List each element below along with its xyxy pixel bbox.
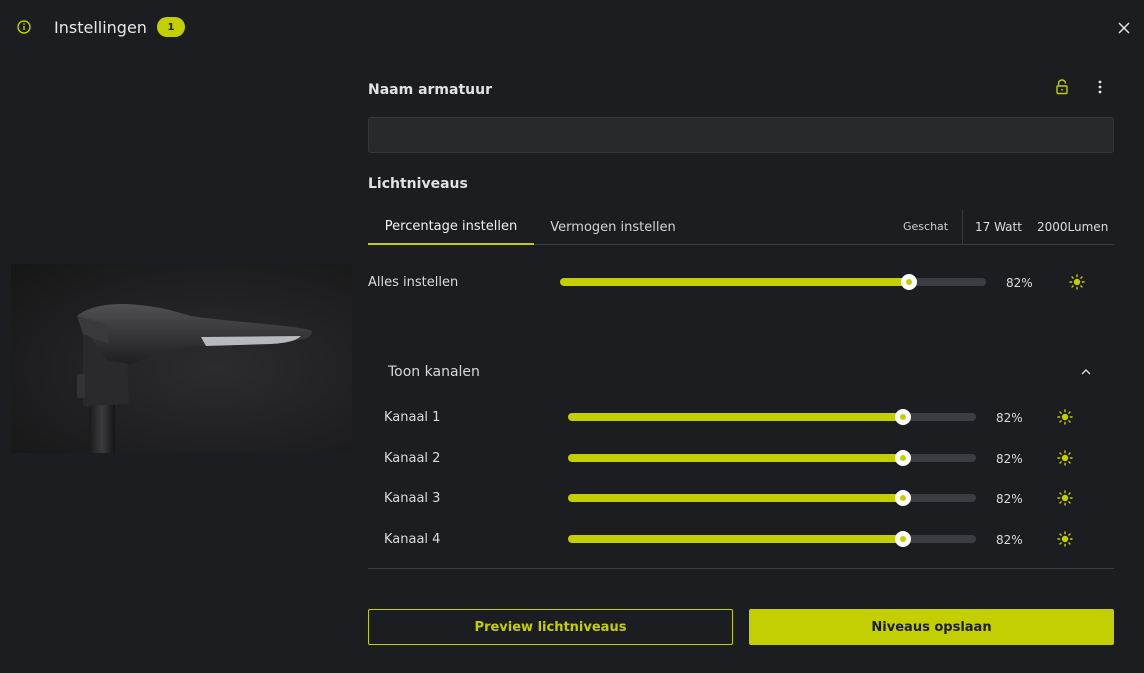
channel-slider-thumb[interactable] — [894, 450, 911, 466]
channel-label: Kanaal 4 — [384, 532, 441, 547]
sun-icon[interactable] — [1069, 274, 1085, 290]
channel-4-slider[interactable] — [568, 531, 976, 547]
lock-open-icon[interactable] — [1055, 79, 1069, 95]
all-slider-fill — [560, 278, 910, 286]
channel-2-slider[interactable] — [568, 450, 976, 466]
section-divider — [368, 568, 1114, 569]
sun-icon[interactable] — [1057, 409, 1073, 425]
channel-label: Kanaal 3 — [384, 491, 441, 506]
channel-slider-fill — [568, 535, 903, 543]
estimate-label: Geschat — [903, 220, 949, 233]
chevron-up-icon[interactable] — [1079, 364, 1093, 378]
more-vertical-icon[interactable] — [1092, 79, 1108, 95]
sun-icon[interactable] — [1057, 450, 1073, 466]
all-slider-thumb[interactable] — [901, 274, 918, 290]
show-channels-label[interactable]: Toon kanalen — [388, 364, 480, 380]
light-levels-heading: Lichtniveaus — [368, 176, 468, 192]
fixture-name-input[interactable] — [368, 117, 1114, 153]
channel-value: 82% — [996, 452, 1023, 466]
sun-icon[interactable] — [1057, 531, 1073, 547]
channel-label: Kanaal 1 — [384, 410, 441, 425]
sun-icon[interactable] — [1057, 490, 1073, 506]
preview-levels-button[interactable]: Preview lichtniveaus — [368, 609, 733, 645]
save-levels-button[interactable]: Niveaus opslaan — [749, 609, 1114, 645]
dialog-title: Instellingen — [54, 18, 147, 37]
channel-label: Kanaal 2 — [384, 451, 441, 466]
channel-value: 82% — [996, 492, 1023, 506]
channel-3-slider[interactable] — [568, 490, 976, 506]
close-icon — [1118, 22, 1130, 34]
channel-slider-thumb[interactable] — [894, 490, 911, 506]
all-slider[interactable] — [560, 274, 986, 290]
close-button[interactable] — [1114, 18, 1134, 38]
channel-slider-fill — [568, 494, 903, 502]
estimate-lumen: 2000Lumen — [1037, 220, 1109, 234]
tab-percentage[interactable]: Percentage instellen — [368, 210, 534, 245]
all-value: 82% — [1006, 276, 1033, 290]
channel-slider-thumb[interactable] — [894, 409, 911, 425]
count-badge: 1 — [157, 17, 185, 37]
estimate-watt: 17 Watt — [975, 220, 1022, 234]
fixture-image — [11, 264, 352, 453]
channel-value: 82% — [996, 533, 1023, 547]
tab-power[interactable]: Vermogen instellen — [536, 210, 690, 245]
channel-1-slider[interactable] — [568, 409, 976, 425]
channel-slider-fill — [568, 413, 903, 421]
channel-slider-fill — [568, 454, 903, 462]
info-icon — [16, 19, 32, 35]
all-label: Alles instellen — [368, 275, 459, 290]
channel-value: 82% — [996, 411, 1023, 425]
estimate-divider — [962, 210, 963, 244]
channel-slider-thumb[interactable] — [894, 531, 911, 547]
fixture-name-heading: Naam armatuur — [368, 82, 492, 98]
